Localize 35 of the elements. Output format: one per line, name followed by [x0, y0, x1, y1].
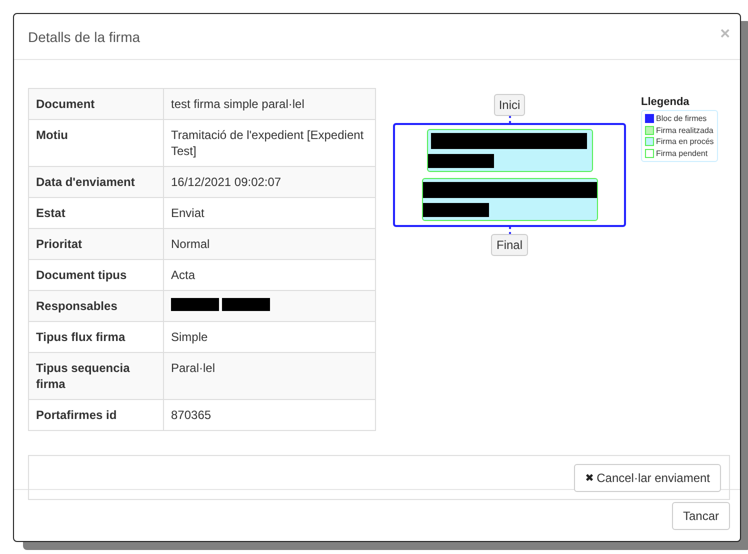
table-cell: Paral·lel	[164, 352, 376, 400]
legend-label: Firma realitzada	[656, 126, 714, 135]
table-cell: Acta	[164, 260, 376, 290]
redaction-bar	[422, 203, 488, 217]
close-button[interactable]: Tancar	[672, 502, 730, 530]
table-cell: Prioritat	[28, 228, 164, 260]
close-icon	[584, 473, 594, 482]
redaction-bar	[428, 154, 494, 168]
table-cell: Responsables	[28, 290, 164, 322]
table-cell: Simple	[164, 322, 376, 352]
table-cell: Normal	[164, 228, 376, 260]
table-cell: Tipus sequencia firma	[28, 352, 164, 400]
table-cell: Tipus flux firma	[28, 322, 164, 352]
legend-title: Llegenda	[641, 96, 690, 108]
table-cell: test firma simple paral·lel	[164, 88, 376, 120]
connector-line	[508, 116, 510, 123]
legend-label: Bloc de firmes	[656, 114, 707, 124]
end-node: Final	[491, 234, 528, 256]
dialog-title: Detalls de la firma	[28, 28, 140, 44]
table-cell: Portafirmes id	[28, 400, 164, 430]
table-cell: Tramitació de l'expedient [Expedient Test]	[164, 120, 376, 166]
start-node: Inici	[494, 94, 526, 116]
redaction-bar	[171, 298, 219, 311]
table-cell: 16/12/2021 09:02:07	[164, 166, 376, 198]
table-cell: Data d'enviament	[28, 166, 164, 198]
table-cell: 870365	[164, 400, 376, 430]
redaction-bar	[222, 298, 270, 311]
table-cell: Enviat	[164, 198, 376, 228]
legend-label: Firma en procés	[656, 137, 714, 146]
cancel-button[interactable]: Cancel·lar enviament	[574, 464, 721, 492]
table-cell: Estat	[28, 198, 164, 228]
table-cell: Document tipus	[28, 260, 164, 290]
legend-label: Firma pendent	[656, 148, 708, 158]
table-cell: Document	[28, 88, 164, 120]
table-cell: Motiu	[28, 120, 164, 166]
